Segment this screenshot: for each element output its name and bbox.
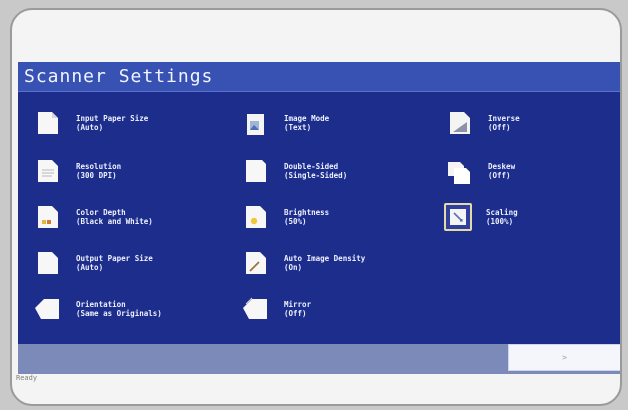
setting-label: Image Mode [284, 114, 330, 123]
setting-labels: Input Paper Size (Auto) [76, 114, 148, 132]
setting-value: (100%) [486, 217, 514, 226]
setting-value: (Off) [488, 123, 511, 132]
setting-labels: Mirror (Off) [284, 300, 311, 318]
setting-labels: Resolution (300 DPI) [76, 162, 121, 180]
resolution-icon [38, 160, 58, 182]
setting-label: Orientation [76, 300, 126, 309]
setting-scaling[interactable]: Scaling (100%) [444, 200, 620, 234]
setting-value: (Text) [284, 123, 312, 132]
setting-labels: Brightness (50%) [284, 208, 329, 226]
setting-deskew[interactable]: Deskew (Off) [444, 154, 620, 188]
setting-orientation[interactable]: Orientation (Same as Originals) [32, 292, 222, 326]
setting-value: (Single-Sided) [284, 171, 348, 180]
setting-labels: Output Paper Size (Auto) [76, 254, 153, 272]
setting-value: (Off) [488, 171, 511, 180]
setting-color-depth[interactable]: Color Depth (Black and White) [32, 200, 222, 234]
setting-labels: Inverse (Off) [488, 114, 520, 132]
setting-value: (Off) [284, 309, 307, 318]
setting-auto-image-density[interactable]: Auto Image Density (On) [240, 246, 430, 280]
scaling-glyph-icon [450, 209, 466, 225]
setting-label: Output Paper Size [76, 254, 153, 263]
inverse-icon [450, 112, 470, 134]
auto-density-icon [246, 252, 266, 274]
setting-value: (Auto) [76, 263, 104, 272]
paper-icon [38, 112, 58, 134]
scaling-icon [444, 203, 472, 231]
setting-value: (Black and White) [76, 217, 153, 226]
setting-value: (Auto) [76, 123, 104, 132]
title-bar: Scanner Settings [18, 62, 620, 92]
setting-labels: Image Mode (Text) [284, 114, 329, 132]
setting-label: Deskew [488, 162, 516, 171]
setting-labels: Auto Image Density (On) [284, 254, 365, 272]
setting-brightness[interactable]: Brightness (50%) [240, 200, 430, 234]
setting-mirror[interactable]: Mirror (Off) [240, 292, 430, 326]
page-title: Scanner Settings [24, 66, 214, 87]
next-button[interactable]: > [508, 344, 620, 371]
setting-labels: Scaling (100%) [486, 208, 518, 226]
setting-value: (50%) [284, 217, 307, 226]
setting-label: Mirror [284, 300, 312, 309]
deskew-icon [448, 162, 470, 184]
setting-label: Auto Image Density [284, 254, 366, 263]
setting-double-sided[interactable]: Double-Sided (Single-Sided) [240, 154, 430, 188]
bottom-bar: > [18, 344, 620, 374]
setting-labels: Orientation (Same as Originals) [76, 300, 162, 318]
setting-resolution[interactable]: Resolution (300 DPI) [32, 154, 222, 188]
orientation-icon [35, 299, 59, 319]
setting-label: Color Depth [76, 208, 126, 217]
setting-label: Double-Sided [284, 162, 339, 171]
color-depth-icon [38, 206, 58, 228]
image-mode-icon [247, 114, 264, 135]
setting-value: (300 DPI) [76, 171, 117, 180]
double-sided-icon [246, 160, 266, 182]
setting-output-paper-size[interactable]: Output Paper Size (Auto) [32, 246, 222, 280]
setting-value: (On) [284, 263, 303, 272]
setting-labels: Deskew (Off) [488, 162, 515, 180]
setting-inverse[interactable]: Inverse (Off) [444, 106, 620, 140]
setting-image-mode[interactable]: Image Mode (Text) [240, 106, 430, 140]
brightness-icon [246, 206, 266, 228]
setting-label: Input Paper Size [76, 114, 149, 123]
setting-label: Resolution [76, 162, 122, 171]
setting-label: Brightness [284, 208, 330, 217]
setting-label: Inverse [488, 114, 520, 123]
setting-labels: Color Depth (Black and White) [76, 208, 153, 226]
setting-input-paper-size[interactable]: Input Paper Size (Auto) [32, 106, 222, 140]
scanner-settings-screen: Scanner Settings Input Paper Size (Auto)… [18, 62, 620, 344]
setting-label: Scaling [486, 208, 518, 217]
device-frame: Scanner Settings Input Paper Size (Auto)… [10, 8, 622, 406]
output-paper-icon [38, 252, 58, 274]
mirror-icon [243, 297, 267, 319]
setting-labels: Double-Sided (Single-Sided) [284, 162, 347, 180]
setting-value: (Same as Originals) [76, 309, 162, 318]
status-text: Ready [16, 374, 38, 382]
